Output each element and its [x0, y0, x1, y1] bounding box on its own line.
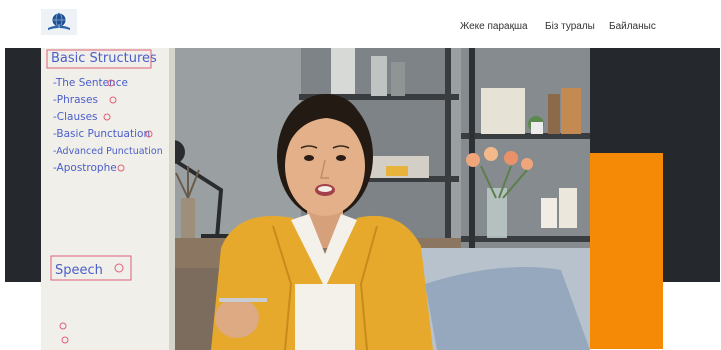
nav-link-contact[interactable]: Байланыс [609, 21, 656, 32]
board-heading: Basic Structures [51, 51, 157, 66]
board-item: -Phrases [53, 94, 98, 106]
board-item: -Advanced Punctuation [53, 146, 163, 157]
nav-link-about[interactable]: Біз туралы [545, 21, 595, 32]
hero-accent-block [588, 153, 663, 349]
nav-link-home[interactable]: Жеке парақша [460, 21, 528, 32]
board-section: Speech [55, 263, 103, 278]
landing-page: Жеке парақша Біз туралы Байланыс Basic S… [0, 0, 721, 350]
globe-book-logo-icon [41, 9, 77, 35]
hero-photo: Basic Structures -The Sentence -Phrases … [41, 48, 590, 350]
board-item: -The Sentence [53, 77, 128, 89]
board-item: -Apostrophe [53, 162, 117, 174]
board-item: -Clauses [53, 111, 98, 123]
board-item: -Basic Punctuation [53, 128, 150, 140]
hero-photo-illustration: Basic Structures -The Sentence -Phrases … [41, 48, 590, 350]
site-header: Жеке парақша Біз туралы Байланыс [0, 0, 721, 48]
site-logo[interactable] [41, 9, 77, 35]
